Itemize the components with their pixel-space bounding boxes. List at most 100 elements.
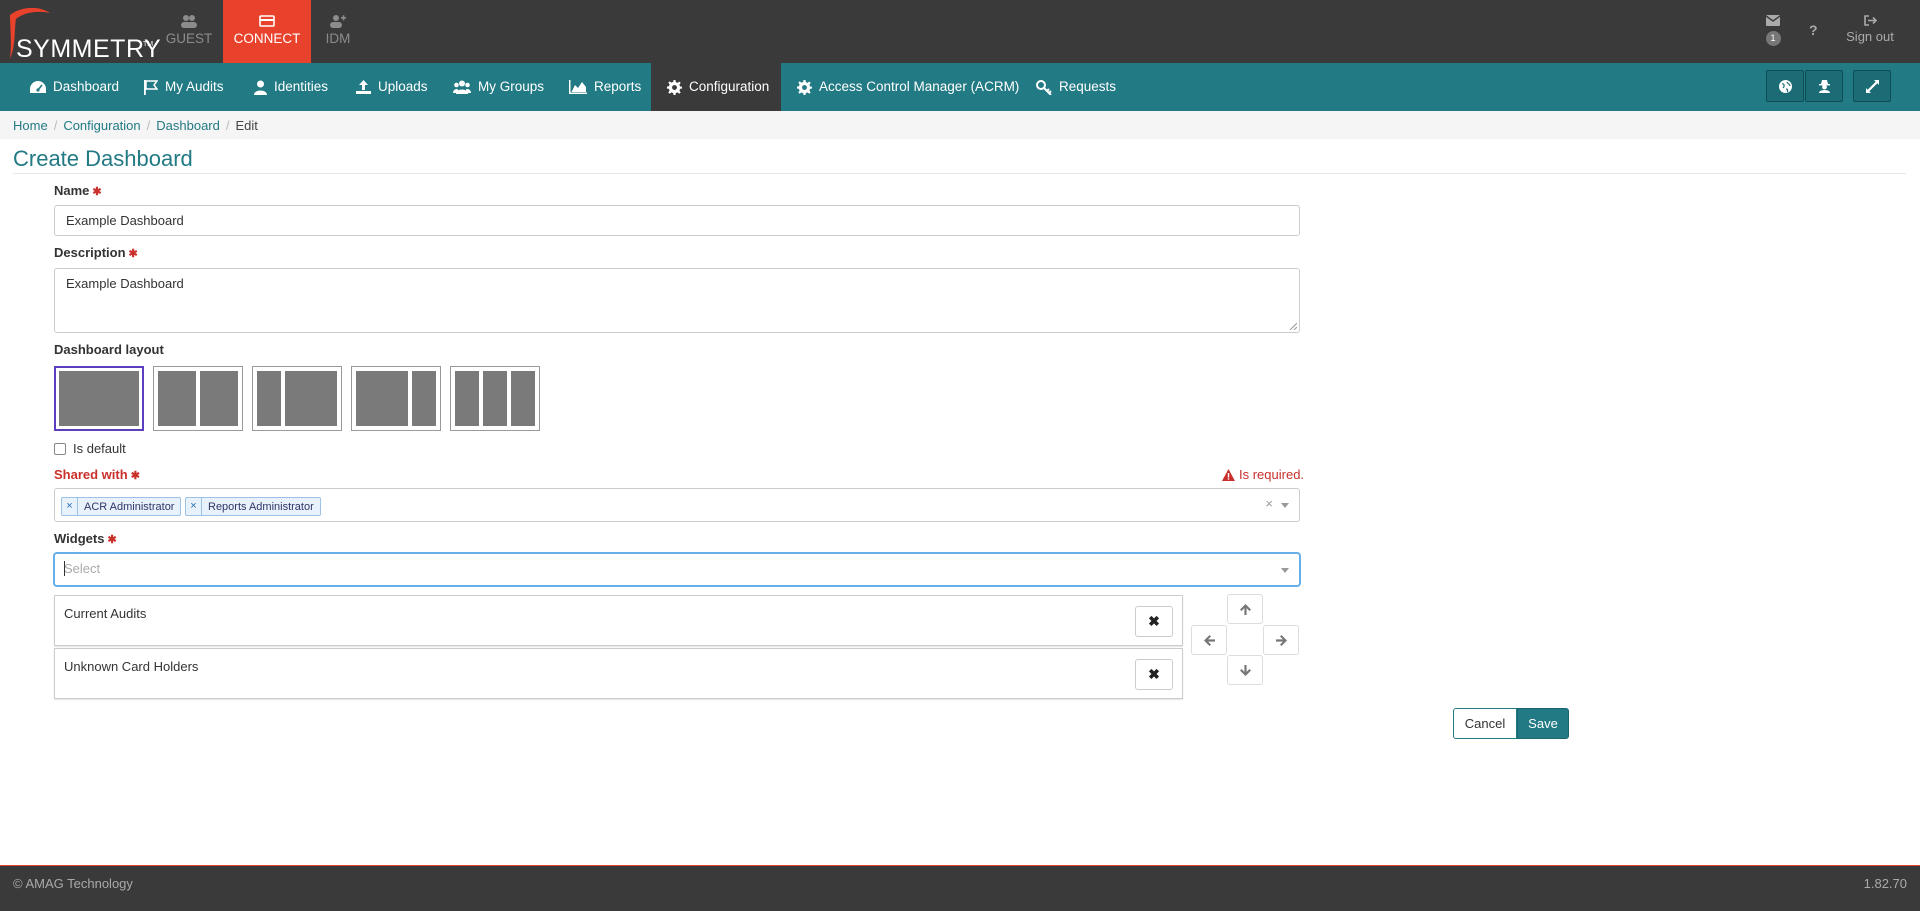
chevron-down-icon[interactable] <box>1281 503 1289 508</box>
layout-block <box>511 371 535 426</box>
layout-block <box>158 371 196 426</box>
breadcrumb-separator: / <box>146 118 151 133</box>
version: 1.82.70 <box>1863 876 1907 891</box>
layout-option-narrow-wide[interactable] <box>252 366 342 431</box>
breadcrumb: Home / Configuration / Dashboard / Edit <box>13 118 258 133</box>
messages-button[interactable]: 1 <box>1763 14 1783 46</box>
dashboard-icon <box>30 80 46 93</box>
app-tab-guest[interactable]: GUEST <box>145 0 233 63</box>
messages-badge: 1 <box>1765 31 1781 46</box>
move-right-button[interactable] <box>1263 625 1299 655</box>
nav-requests[interactable]: Requests <box>1036 63 1116 111</box>
layout-block <box>257 371 281 426</box>
gear-icon <box>797 79 812 95</box>
shared-tag: × ACR Administrator <box>61 497 182 516</box>
shared-with-error: Is required. <box>1222 467 1304 482</box>
name-input-value: Example Dashboard <box>66 213 184 228</box>
remove-widget-button[interactable]: ✖ <box>1135 606 1173 637</box>
incognito-button[interactable] <box>1805 70 1843 102</box>
nav-identities[interactable]: Identities <box>254 63 328 111</box>
nav-label: My Groups <box>478 79 545 94</box>
description-value: Example Dashboard <box>66 276 184 291</box>
gear-icon <box>667 79 682 95</box>
nav-uploads[interactable]: Uploads <box>356 63 428 111</box>
layout-block <box>200 371 238 426</box>
text-cursor <box>64 561 65 576</box>
cancel-button[interactable]: Cancel <box>1453 708 1517 739</box>
chevron-down-icon[interactable] <box>1281 568 1289 573</box>
globe-button[interactable] <box>1766 70 1804 102</box>
nav-my-groups[interactable]: My Groups <box>453 63 544 111</box>
widget-item[interactable]: Current Audits ✖ <box>54 595 1183 646</box>
widget-item[interactable]: Unknown Card Holders ✖ <box>54 648 1183 699</box>
logo-text: SYMMETRY <box>16 35 162 63</box>
remove-tag-icon[interactable]: × <box>186 498 202 515</box>
description-textarea[interactable]: Example Dashboard <box>54 268 1300 333</box>
upload-icon <box>356 80 371 94</box>
help-button[interactable]: ? <box>1809 22 1818 38</box>
clear-all-icon[interactable]: × <box>1265 496 1273 511</box>
breadcrumb-bar: Home / Configuration / Dashboard / Edit <box>0 111 1920 139</box>
arrow-down-icon <box>1239 664 1251 676</box>
warning-icon <box>1222 468 1235 481</box>
breadcrumb-home[interactable]: Home <box>13 118 48 133</box>
app-tab-idm[interactable]: IDM <box>294 0 382 63</box>
move-down-button[interactable] <box>1227 655 1263 685</box>
required-asterisk-icon: ✱ <box>92 186 102 198</box>
resize-handle-icon[interactable] <box>1289 322 1297 330</box>
nav-label: Access Control Manager (ACRM) <box>819 79 1020 94</box>
nav-acrm[interactable]: Access Control Manager (ACRM) <box>797 63 1019 111</box>
page-title: Create Dashboard <box>13 146 193 171</box>
close-icon: ✖ <box>1148 666 1160 682</box>
layout-option-wide-narrow[interactable] <box>351 366 441 431</box>
description-label: Description ✱ <box>54 245 138 260</box>
move-up-button[interactable] <box>1227 594 1263 624</box>
nav-dashboard[interactable]: Dashboard <box>30 63 119 111</box>
name-label: Name ✱ <box>54 183 102 198</box>
fullscreen-button[interactable] <box>1853 70 1891 102</box>
widget-name: Current Audits <box>64 606 147 621</box>
help-icon: ? <box>1809 22 1818 38</box>
arrow-right-icon <box>1275 634 1287 646</box>
close-icon: ✖ <box>1148 613 1160 629</box>
copyright: © AMAG Technology <box>13 876 133 891</box>
layout-option-three-column[interactable] <box>450 366 540 431</box>
widget-name: Unknown Card Holders <box>64 659 199 674</box>
sign-out-label: Sign out <box>1846 29 1894 44</box>
symmetry-logo[interactable]: SYMMETRY TM <box>6 5 161 63</box>
save-button[interactable]: Save <box>1517 708 1569 739</box>
layout-block <box>356 371 409 426</box>
shared-with-error-text: Is required. <box>1239 467 1305 482</box>
shared-with-select[interactable]: × ACR Administrator × Reports Administra… <box>54 488 1300 522</box>
nav-configuration[interactable]: Configuration <box>651 63 781 111</box>
widgets-placeholder: Select <box>64 561 101 576</box>
globe-icon <box>1778 79 1792 93</box>
nav-label: Configuration <box>689 79 770 94</box>
remove-tag-icon[interactable]: × <box>62 498 78 515</box>
name-input[interactable]: Example Dashboard <box>54 205 1300 236</box>
breadcrumb-separator: / <box>225 118 230 133</box>
flag-icon <box>144 79 158 95</box>
layout-block <box>483 371 507 426</box>
users-icon <box>181 15 197 28</box>
move-left-button[interactable] <box>1191 625 1227 655</box>
is-default-checkbox[interactable] <box>54 442 66 455</box>
nav-my-audits[interactable]: My Audits <box>144 63 224 111</box>
nav-label: Reports <box>594 79 642 94</box>
widgets-select[interactable]: Select <box>54 553 1300 586</box>
breadcrumb-dashboard[interactable]: Dashboard <box>156 118 220 133</box>
layout-block <box>284 371 337 426</box>
layout-option-two-equal[interactable] <box>153 366 243 431</box>
nav-label: Uploads <box>378 79 428 94</box>
shared-tag: × Reports Administrator <box>185 497 321 516</box>
layout-block <box>412 371 436 426</box>
nav-reports[interactable]: Reports <box>569 63 641 111</box>
widgets-label-text: Widgets <box>54 531 105 546</box>
layout-option-one-column[interactable] <box>54 366 144 431</box>
is-default-row: Is default <box>54 441 126 456</box>
sign-out-button[interactable]: Sign out <box>1845 14 1895 44</box>
remove-widget-button[interactable]: ✖ <box>1135 659 1173 690</box>
envelope-icon <box>1765 15 1781 26</box>
breadcrumb-configuration[interactable]: Configuration <box>63 118 140 133</box>
arrow-left-icon <box>1203 634 1215 646</box>
